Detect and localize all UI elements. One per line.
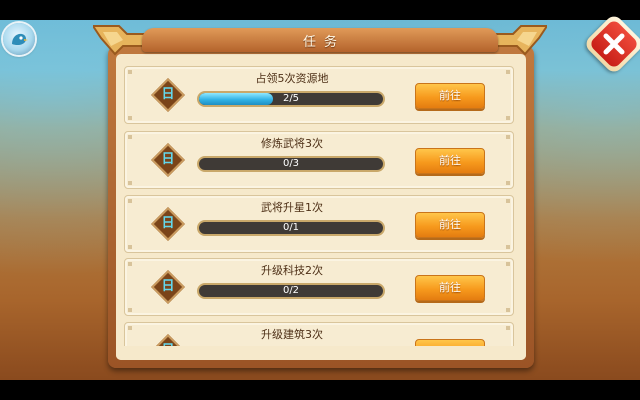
go-button[interactable]: 前往 <box>415 83 485 109</box>
task-name: 占领5次资源地 <box>255 72 329 85</box>
task-progress-bar: 0/3 <box>197 156 385 172</box>
card-corner <box>506 308 510 312</box>
card-corner <box>128 308 132 312</box>
task-row: 日 武将升星1次 0/1 前往 <box>124 195 514 253</box>
go-button[interactable]: 前往 <box>415 212 485 238</box>
daily-badge-icon: 日 <box>151 270 185 304</box>
card-corner <box>506 135 510 139</box>
dialog-title: 任务 <box>302 35 345 50</box>
card-corner <box>128 326 132 330</box>
avatar-bird-icon <box>12 33 28 46</box>
card-corner <box>506 199 510 203</box>
progress-text: 2/5 <box>282 93 300 104</box>
card-corner <box>128 262 132 266</box>
card-corner <box>128 199 132 203</box>
card-corner <box>128 135 132 139</box>
task-progress-bar: 2/5 <box>197 91 385 107</box>
task-name: 武将升星1次 <box>261 201 323 214</box>
card-corner <box>128 70 132 74</box>
go-button[interactable]: 前往 <box>415 275 485 301</box>
badge-label: 日 <box>161 279 175 294</box>
card-corner <box>128 181 132 185</box>
card-corner <box>506 245 510 249</box>
daily-badge-icon: 日 <box>151 78 185 112</box>
task-name: 升级科技2次 <box>261 264 323 277</box>
daily-badge-icon: 日 <box>151 207 185 241</box>
game-screen: 任务 日 占领5次资源地 2/5 前往 日 修炼武将3次 0/3 前往 日 武将… <box>0 0 640 400</box>
task-row: 日 升级科技2次 0/2 前往 <box>124 258 514 316</box>
progress-text: 0/2 <box>282 285 300 296</box>
avatar-icon[interactable] <box>3 23 35 55</box>
task-name: 修炼武将3次 <box>261 137 323 150</box>
card-corner <box>128 245 132 249</box>
progress-text: 0/3 <box>282 158 300 169</box>
progress-text: 0/1 <box>282 222 300 233</box>
card-corner <box>506 326 510 330</box>
go-button[interactable]: 前往 <box>415 148 485 174</box>
badge-label: 日 <box>161 216 175 231</box>
close-icon[interactable] <box>592 22 636 66</box>
card-corner <box>506 116 510 120</box>
task-progress-bar: 0/1 <box>197 220 385 236</box>
task-row: 日 占领5次资源地 2/5 前往 <box>124 66 514 124</box>
task-progress-bar: 0/2 <box>197 283 385 299</box>
card-corner <box>506 181 510 185</box>
panel-bottom-mask <box>116 346 526 360</box>
card-corner <box>506 70 510 74</box>
task-name: 升级建筑3次 <box>261 328 323 341</box>
card-corner <box>128 116 132 120</box>
task-row: 日 修炼武将3次 0/3 前往 <box>124 131 514 189</box>
badge-label: 日 <box>161 152 175 167</box>
card-corner <box>506 262 510 266</box>
badge-label: 日 <box>161 87 175 102</box>
daily-badge-icon: 日 <box>151 143 185 177</box>
